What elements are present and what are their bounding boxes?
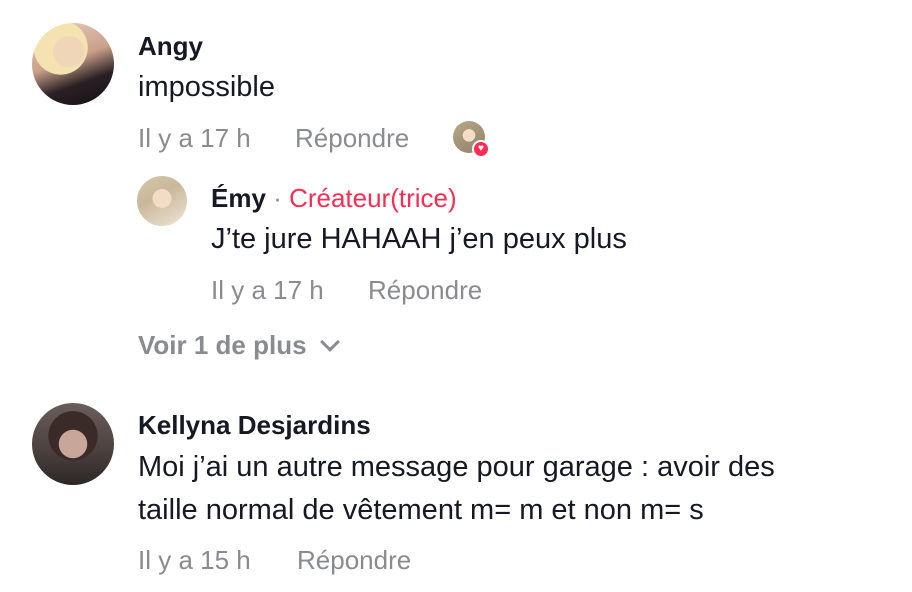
reply-time: Il y a 17 h <box>211 275 324 305</box>
chevron-down-icon <box>319 331 340 352</box>
heart-icon: ♥ <box>472 140 490 158</box>
avatar[interactable] <box>137 176 187 226</box>
reply-author[interactable]: Émy <box>211 183 266 213</box>
comment-time: Il y a 15 h <box>138 545 251 575</box>
avatar[interactable] <box>32 403 114 485</box>
reply-button[interactable]: Répondre <box>368 275 482 306</box>
avatar[interactable] <box>32 23 114 105</box>
comment-author[interactable]: Angy <box>138 31 203 62</box>
reply-button[interactable]: Répondre <box>297 545 411 576</box>
reply-button[interactable]: Répondre <box>295 123 409 154</box>
creator-liked-avatar: ♥ <box>453 121 490 158</box>
separator: · <box>273 183 282 213</box>
comment-author[interactable]: Kellyna Desjardins <box>138 410 371 441</box>
comment-text-line2: taille normal de vêtement m= m et non m=… <box>138 494 704 526</box>
view-more-replies-button[interactable]: Voir 1 de plus <box>138 330 340 361</box>
creator-badge: Créateur(trice) <box>289 183 457 213</box>
comment-text: impossible <box>138 71 275 103</box>
reply-author-line: Émy · Créateur(trice) <box>211 183 457 214</box>
comment-time: Il y a 17 h <box>138 123 251 153</box>
view-more-label: Voir 1 de plus <box>138 330 307 360</box>
comment-text-line1: Moi j’ai un autre message pour garage : … <box>138 451 775 483</box>
reply-text: J’te jure HAHAAH j’en peux plus <box>211 223 627 255</box>
